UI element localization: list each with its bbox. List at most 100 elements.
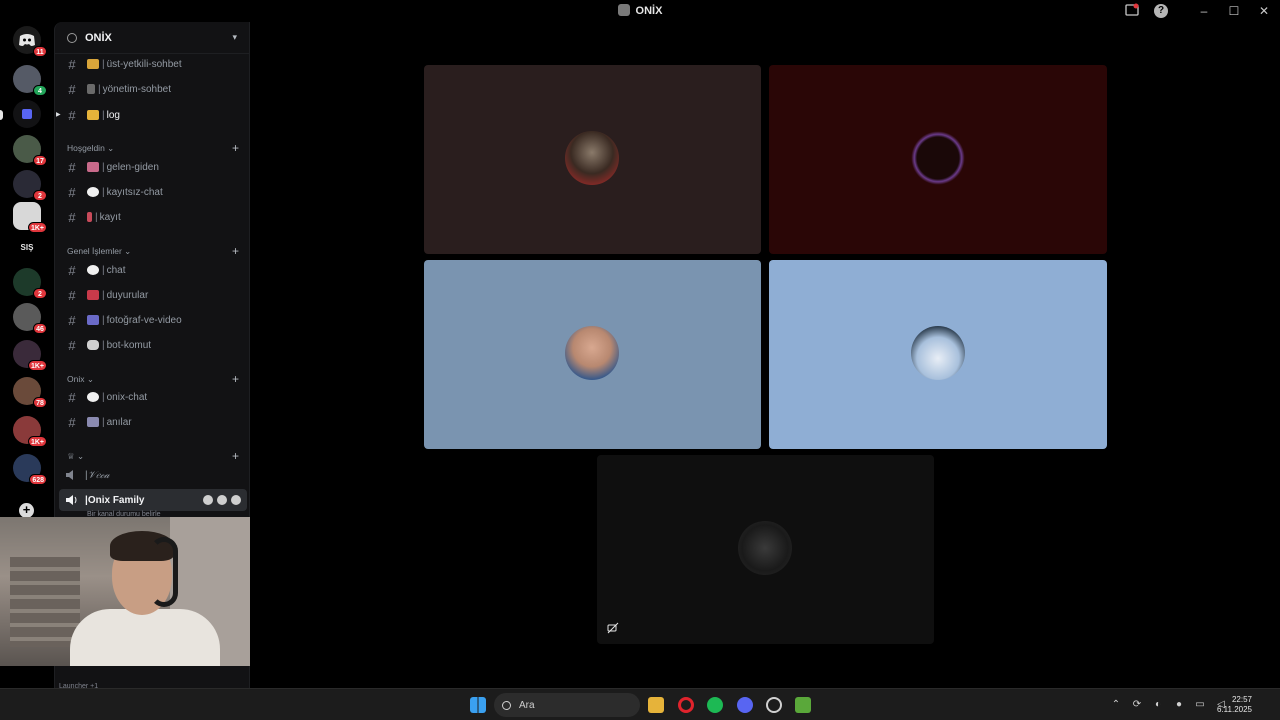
channel-item[interactable]: # | log xyxy=(63,104,243,126)
taskbar: Ara ⌃ ⟳ ◐ ● ▭ ◁ 22:57 6.11.2025 xyxy=(0,688,1280,720)
display-icon[interactable]: ▭ xyxy=(1194,699,1206,711)
title-bar: ONİX ? – ☐ ✕ xyxy=(0,0,1280,22)
channel-item[interactable]: # | gelen-giden xyxy=(63,156,243,178)
app-icon[interactable] xyxy=(766,697,782,713)
server-icon[interactable]: 2 xyxy=(13,170,47,201)
channel-item[interactable]: # | üst-yetkili-sohbet xyxy=(63,53,243,75)
participant-avatar xyxy=(738,521,792,575)
channel-name: anılar xyxy=(106,416,132,428)
help-icon[interactable]: ? xyxy=(1154,4,1168,18)
inbox-icon[interactable] xyxy=(1124,3,1140,19)
mention-badge: 17 xyxy=(33,155,47,166)
category-name: Genel İşlemler ⌄ xyxy=(67,245,132,256)
voice-stage xyxy=(250,22,1280,688)
discord-icon[interactable] xyxy=(737,697,753,713)
channel-name: onix-chat xyxy=(106,391,148,403)
category-header[interactable]: Hoşgeldin ⌄ + xyxy=(67,141,239,155)
server-icon[interactable]: 628 xyxy=(13,454,47,485)
add-channel-icon[interactable]: + xyxy=(232,244,239,258)
separator: | xyxy=(102,161,105,173)
server-icon[interactable]: 1K+ xyxy=(13,202,47,233)
sync-icon[interactable]: ⟳ xyxy=(1131,699,1143,711)
speaker-icon xyxy=(66,470,73,480)
participant-tile[interactable] xyxy=(597,455,934,644)
discord-home-icon[interactable]: 11 xyxy=(13,26,47,57)
microphone-icon[interactable]: ● xyxy=(1173,699,1185,711)
game-launcher-icon[interactable] xyxy=(795,697,811,713)
add-channel-icon[interactable]: + xyxy=(232,449,239,463)
chevron-up-icon[interactable]: ⌃ xyxy=(1110,699,1122,711)
channel-item[interactable]: # | fotoğraf-ve-video xyxy=(63,309,243,331)
channel-name: üst-yetkili-sohbet xyxy=(106,58,182,70)
headset-icon xyxy=(150,537,178,607)
add-channel-icon[interactable]: + xyxy=(232,141,239,155)
category-name: ♕ ⌄ xyxy=(67,450,85,461)
channel-name: kayıt xyxy=(99,211,121,223)
channel-item[interactable]: # | kayıt xyxy=(63,206,243,228)
category-header[interactable]: Onix ⌄ + xyxy=(67,372,239,386)
server-icon[interactable]: 4 xyxy=(13,65,47,96)
maximize-icon[interactable]: ☐ xyxy=(1226,3,1242,19)
participant-tile[interactable] xyxy=(424,260,761,449)
taskbar-search[interactable]: Ara xyxy=(494,693,640,717)
server-icon[interactable]: SIŞ xyxy=(13,234,41,262)
speech-bubble-icon xyxy=(87,392,99,402)
voice-channel-selected[interactable]: | Onix Family xyxy=(59,489,247,511)
server-icon[interactable] xyxy=(13,100,41,128)
add-server-button[interactable]: + xyxy=(19,503,34,518)
clock[interactable]: 22:57 6.11.2025 xyxy=(1217,695,1252,715)
streamer-body xyxy=(70,609,220,666)
app-icon xyxy=(617,4,630,16)
minimize-icon[interactable]: – xyxy=(1196,3,1212,19)
channel-item[interactable]: # | kayıtsız-chat xyxy=(63,181,243,203)
separator: | xyxy=(102,186,105,198)
invite-icon[interactable] xyxy=(217,495,227,505)
category-header[interactable]: ♕ ⌄ + xyxy=(67,449,239,463)
server-icon[interactable]: 78 xyxy=(13,377,47,408)
participant-tile[interactable] xyxy=(424,65,761,254)
channel-item[interactable]: # | yönetim-sohbet xyxy=(63,78,243,100)
participant-tile[interactable] xyxy=(769,260,1107,449)
chat-icon[interactable] xyxy=(203,495,213,505)
channel-item[interactable]: # | chat xyxy=(63,259,243,281)
speech-bubble-icon xyxy=(87,265,99,275)
mention-badge: 1K+ xyxy=(27,222,47,233)
mention-badge: 2 xyxy=(33,190,47,201)
participant-tile[interactable] xyxy=(769,65,1107,254)
server-icon[interactable]: 1K+ xyxy=(13,340,47,371)
settings-icon[interactable] xyxy=(231,495,241,505)
voice-channel[interactable]: | 𝒱𝑒𝒸𝒶 xyxy=(59,464,247,486)
background-shelf xyxy=(10,557,80,647)
participant-avatar xyxy=(911,131,965,185)
speaker-icon xyxy=(66,495,77,505)
speech-bubble-icon xyxy=(87,187,99,197)
file-explorer-icon[interactable] xyxy=(648,697,664,713)
mention-badge: 4 xyxy=(33,85,47,96)
server-icon[interactable]: 2 xyxy=(13,268,47,299)
opera-icon[interactable] xyxy=(678,697,694,713)
hash-icon: # xyxy=(68,262,76,278)
voice-channel-name: Onix Family xyxy=(87,494,145,506)
guild-icon xyxy=(67,32,77,43)
channel-name: chat xyxy=(106,264,126,276)
clock-date: 6.11.2025 xyxy=(1217,705,1252,714)
windows-start-icon[interactable] xyxy=(470,697,486,713)
category-header[interactable]: Genel İşlemler ⌄ + xyxy=(67,244,239,258)
channel-item[interactable]: # | bot-komut xyxy=(63,334,243,356)
mention-badge: 628 xyxy=(29,474,47,485)
server-icon[interactable]: 46 xyxy=(13,303,47,334)
server-icon[interactable]: 17 xyxy=(13,135,47,166)
channel-item[interactable]: # | duyurular xyxy=(63,284,243,306)
hash-icon: # xyxy=(68,287,76,303)
channel-item[interactable]: # | anılar xyxy=(63,411,243,433)
mention-badge: 11 xyxy=(33,46,47,57)
spotify-icon[interactable] xyxy=(707,697,723,713)
network-icon[interactable]: ◐ xyxy=(1152,699,1164,711)
add-channel-icon[interactable]: + xyxy=(232,372,239,386)
server-icon[interactable]: 1K+ xyxy=(13,416,47,447)
close-icon[interactable]: ✕ xyxy=(1256,3,1272,19)
channel-item[interactable]: # | onix-chat xyxy=(63,386,243,408)
mention-badge: 1K+ xyxy=(27,360,47,371)
guild-header[interactable]: ONİX ▾ xyxy=(55,22,249,54)
hash-icon: # xyxy=(68,389,76,405)
